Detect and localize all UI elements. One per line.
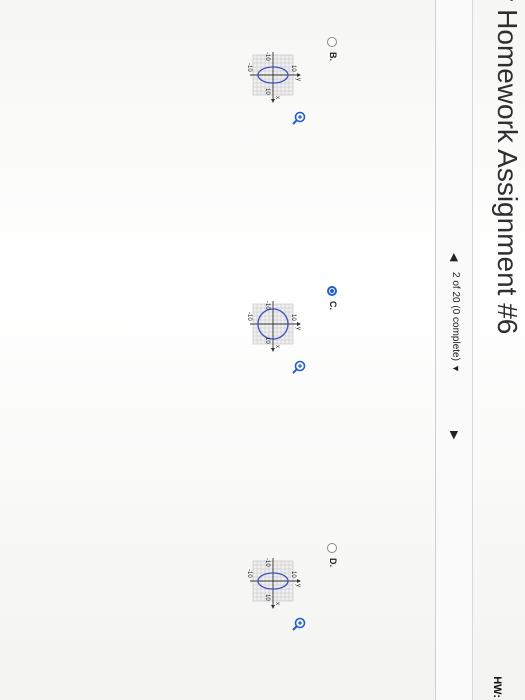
y-axis-arrow-icon: [297, 579, 301, 583]
x-axis-label: x: [274, 602, 280, 605]
graph-option-d: y x 10 -10 10 -10: [241, 551, 313, 619]
x-axis-arrow-icon: [271, 348, 275, 352]
x-axis-arrow-icon: [271, 605, 275, 609]
option-label: C.: [328, 301, 338, 310]
coordinate-graph: y x 10 -10 10 -10: [246, 558, 301, 609]
graph-option-b: y x 10 -10 10 -10: [241, 45, 313, 113]
radio-option-c[interactable]: [327, 286, 337, 296]
triangle-left-icon: ◀: [448, 253, 460, 262]
tick-label: 10: [290, 571, 296, 578]
hw-tag: HW:: [491, 676, 503, 698]
previous-question-button[interactable]: ◀: [448, 253, 461, 261]
radio-option-d[interactable]: [327, 543, 337, 553]
zoom-in-icon[interactable]: [292, 360, 306, 374]
tick-label: -10: [264, 558, 270, 567]
y-axis-label: y: [295, 78, 301, 81]
next-question-button[interactable]: ▶: [448, 431, 461, 439]
zoom-in-icon[interactable]: [292, 111, 306, 125]
tick-label: -10: [264, 301, 270, 310]
graph-option-c: y x 10 -10 10 -10: [241, 294, 313, 362]
option-label: D.: [328, 558, 338, 567]
tick-label: 10: [290, 65, 296, 72]
screen: r Homework Assignment #6 HW: ◀ 2 of 20 (…: [0, 0, 525, 700]
tick-label: -10: [246, 63, 252, 72]
y-axis-label: y: [295, 327, 301, 330]
tick-label: 10: [264, 88, 270, 95]
x-axis-label: x: [274, 345, 280, 348]
y-axis-arrow-icon: [297, 322, 301, 326]
chevron-down-icon: ▼: [451, 363, 461, 373]
question-progress-dropdown[interactable]: 2 of 20 (0 complete) ▼: [450, 272, 461, 373]
tick-label: -10: [246, 312, 252, 321]
tick-label: 10: [264, 337, 270, 344]
x-axis-arrow-icon: [271, 99, 275, 103]
question-progress-text: 2 of 20 (0 complete): [450, 272, 461, 361]
option-label: B.: [328, 52, 338, 61]
tick-label: 10: [264, 594, 270, 601]
tick-label: 10: [290, 314, 296, 321]
question-navigation-bar: ◀ 2 of 20 (0 complete) ▼ ▶: [435, 0, 473, 700]
page-title: r Homework Assignment #6: [492, 0, 523, 335]
y-axis-label: y: [295, 584, 301, 587]
coordinate-graph: y x 10 -10 10 -10: [246, 52, 301, 103]
coordinate-graph: y x 10 -10 10 -10: [246, 301, 301, 352]
x-axis-label: x: [274, 96, 280, 99]
tick-label: -10: [246, 569, 252, 578]
triangle-right-icon: ▶: [448, 431, 460, 440]
tick-label: -10: [264, 52, 270, 61]
radio-option-b[interactable]: [327, 37, 337, 47]
y-axis-arrow-icon: [297, 73, 301, 77]
zoom-in-icon[interactable]: [292, 617, 306, 631]
